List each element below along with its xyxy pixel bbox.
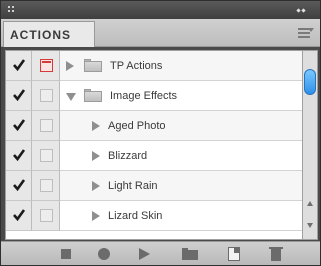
folder-icon [84, 59, 102, 73]
list-item[interactable]: Light Rain [6, 171, 302, 201]
checkmark-icon[interactable] [12, 178, 26, 192]
toggle-dialog-column [32, 51, 60, 81]
checkmark-icon[interactable] [12, 118, 26, 132]
new-action-icon[interactable] [225, 246, 243, 262]
panel-menu-button[interactable] [298, 26, 314, 40]
action-set-label: TP Actions [110, 60, 163, 72]
toggle-dialog-column [32, 201, 60, 231]
list-item[interactable]: Image Effects [6, 81, 302, 111]
dialog-toggle-icon[interactable] [40, 119, 53, 132]
toggle-item-column [6, 111, 32, 141]
toggle-item-column [6, 141, 32, 171]
scroll-down-arrow-icon[interactable] [307, 223, 313, 228]
action-set-label: Image Effects [110, 90, 178, 102]
dialog-toggle-icon[interactable] [40, 149, 53, 162]
toggle-item-column [6, 201, 32, 231]
collapse-panel-button[interactable] [296, 5, 310, 15]
disclosure-triangle-icon[interactable] [92, 181, 100, 191]
action-content[interactable]: Blizzard [60, 141, 302, 171]
record-icon[interactable] [95, 246, 113, 262]
dialog-toggle-icon[interactable] [40, 89, 53, 102]
disclosure-triangle-icon[interactable] [66, 93, 76, 101]
dialog-toggle-icon[interactable] [40, 59, 53, 72]
bottom-toolbar [1, 241, 320, 265]
toggle-item-column [6, 171, 32, 201]
vertical-scrollbar[interactable] [303, 50, 318, 240]
tab-actions[interactable]: ACTIONS [3, 21, 95, 47]
disclosure-triangle-icon[interactable] [92, 121, 100, 131]
tab-actions-label: ACTIONS [10, 28, 71, 42]
action-content[interactable]: Lizard Skin [60, 201, 302, 231]
checkmark-icon[interactable] [12, 208, 26, 222]
action-label: Aged Photo [108, 120, 166, 132]
action-label: Blizzard [108, 150, 148, 162]
toggle-item-column [6, 51, 32, 81]
dialog-toggle-icon[interactable] [40, 209, 53, 222]
new-set-icon[interactable] [181, 246, 199, 262]
list-item[interactable]: Lizard Skin [6, 201, 302, 231]
scroll-up-arrow-icon[interactable] [307, 201, 313, 206]
folder-icon [84, 89, 102, 103]
toggle-dialog-column [32, 141, 60, 171]
action-content[interactable]: Image Effects [60, 81, 302, 111]
panel-titlebar[interactable] [1, 1, 320, 19]
trash-icon[interactable] [267, 246, 285, 262]
toggle-dialog-column [32, 81, 60, 111]
disclosure-triangle-icon[interactable] [92, 151, 100, 161]
checkmark-icon[interactable] [12, 88, 26, 102]
checkmark-icon[interactable] [12, 148, 26, 162]
play-icon[interactable] [135, 246, 153, 262]
list-item[interactable]: Blizzard [6, 141, 302, 171]
grip-icon[interactable] [8, 6, 14, 12]
scroll-thumb[interactable] [304, 69, 316, 95]
disclosure-triangle-icon[interactable] [66, 61, 74, 71]
actions-panel: ACTIONS TP Actions Image Effects Aged Ph… [0, 0, 321, 266]
actions-list: TP Actions Image Effects Aged Photo Bliz… [5, 50, 303, 240]
toggle-item-column [6, 81, 32, 111]
action-content[interactable]: TP Actions [60, 51, 302, 81]
action-label: Light Rain [108, 180, 158, 192]
dialog-toggle-icon[interactable] [40, 179, 53, 192]
list-item[interactable]: TP Actions [6, 51, 302, 81]
action-label: Lizard Skin [108, 210, 163, 222]
action-content[interactable]: Aged Photo [60, 111, 302, 141]
action-content[interactable]: Light Rain [60, 171, 302, 201]
toggle-dialog-column [32, 171, 60, 201]
tab-strip: ACTIONS [1, 19, 320, 47]
list-item[interactable]: Aged Photo [6, 111, 302, 141]
checkmark-icon[interactable] [12, 58, 26, 72]
toggle-dialog-column [32, 111, 60, 141]
stop-icon[interactable] [57, 246, 75, 262]
disclosure-triangle-icon[interactable] [92, 211, 100, 221]
